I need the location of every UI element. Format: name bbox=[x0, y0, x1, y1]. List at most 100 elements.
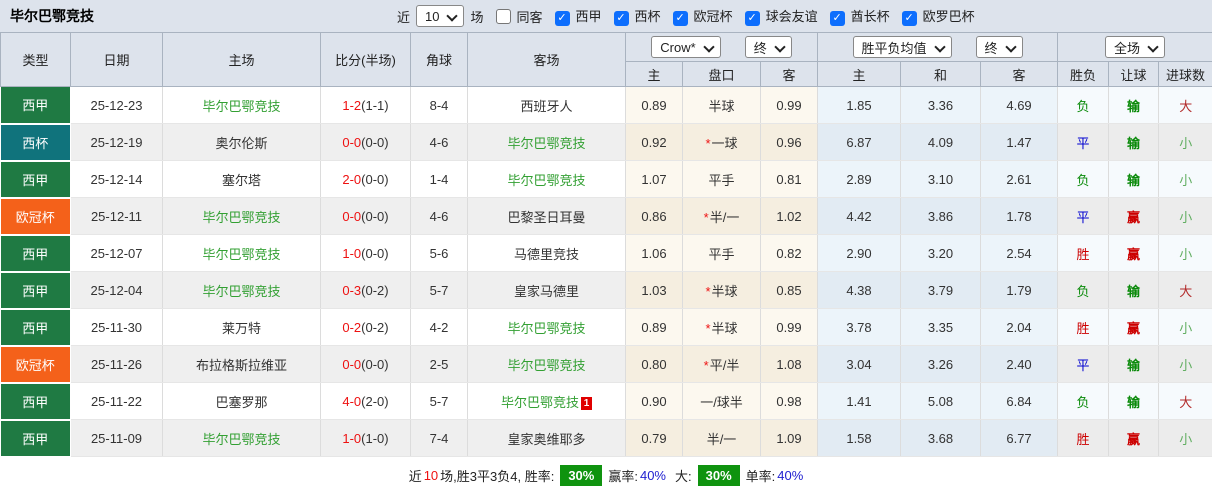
col-header-avg-away: 客 bbox=[981, 62, 1058, 87]
goals-result-cell: 小 bbox=[1159, 161, 1212, 198]
corner-cell: 4-6 bbox=[411, 124, 468, 161]
competition-badge: 西甲 bbox=[1, 235, 71, 272]
handicap-cell: *平/半 bbox=[683, 346, 761, 383]
half-score: (0-2) bbox=[361, 283, 388, 298]
near-label: 近 bbox=[397, 7, 410, 26]
half-score: (0-0) bbox=[361, 172, 388, 187]
avg-draw-cell: 5.08 bbox=[901, 383, 981, 420]
home-team-cell: 毕尔巴鄂竞技 bbox=[163, 272, 321, 309]
away-team-name: 马德里竞技 bbox=[514, 247, 579, 262]
match-row: 西甲25-11-30莱万特0-2(0-2)4-2毕尔巴鄂竞技0.89*半球0.9… bbox=[1, 309, 1212, 346]
match-row: 西甲25-12-14塞尔塔2-0(0-0)1-4毕尔巴鄂竞技1.07平手0.81… bbox=[1, 161, 1212, 198]
half-score: (2-0) bbox=[361, 394, 388, 409]
crow-home-odds-cell: 1.06 bbox=[626, 235, 683, 272]
avg-draw-cell: 3.26 bbox=[901, 346, 981, 383]
league-checkbox-label: 欧罗巴杯 bbox=[923, 9, 975, 24]
goals-result-cell: 小 bbox=[1159, 346, 1212, 383]
chevron-down-icon bbox=[1006, 43, 1015, 52]
corner-cell: 4-6 bbox=[411, 198, 468, 235]
avg-draw-cell: 4.09 bbox=[901, 124, 981, 161]
summary-footer: 近10场,胜3平3负4, 胜率: 30% 赢率:40% 大: 30% 单率:40… bbox=[0, 458, 1212, 494]
col-header-crow-home: 主 bbox=[626, 62, 683, 87]
goals-result-cell: 小 bbox=[1159, 124, 1212, 161]
handicap-text: 半/一 bbox=[710, 210, 740, 225]
scope-select-cell: 全场 bbox=[1058, 33, 1212, 62]
summary-text: 近 bbox=[409, 466, 422, 485]
avg-home-cell: 1.58 bbox=[818, 420, 901, 457]
avg-draw-cell: 3.86 bbox=[901, 198, 981, 235]
col-header-type: 类型 bbox=[1, 33, 71, 87]
col-header-avg-draw: 和 bbox=[901, 62, 981, 87]
date-cell: 25-11-26 bbox=[71, 346, 163, 383]
competition-badge: 西甲 bbox=[1, 161, 71, 198]
league-checkbox[interactable]: ✓ bbox=[673, 11, 688, 26]
same-venue-checkbox[interactable] bbox=[496, 9, 511, 24]
half-score: (1-1) bbox=[361, 98, 388, 113]
chevron-down-icon bbox=[775, 43, 784, 52]
handicap-cell: 半球 bbox=[683, 87, 761, 124]
league-checkbox-label: 球会友谊 bbox=[766, 9, 818, 24]
average-type-select[interactable]: 胜平负均值 bbox=[853, 36, 952, 58]
match-history-table: 类型 日期 主场 比分(半场) 角球 客场 Crow* 终 bbox=[0, 32, 1212, 458]
scope-select[interactable]: 全场 bbox=[1105, 36, 1165, 58]
result-cell: 胜 bbox=[1058, 420, 1109, 457]
score-cell: 1-0(1-0) bbox=[321, 420, 411, 457]
handicap-result-cell: 赢 bbox=[1109, 309, 1159, 346]
match-row: 欧冠杯25-11-26布拉格斯拉维亚0-0(0-0)2-5毕尔巴鄂竞技0.80*… bbox=[1, 346, 1212, 383]
league-checkbox[interactable]: ✓ bbox=[902, 11, 917, 26]
avg-home-cell: 6.87 bbox=[818, 124, 901, 161]
crow-home-odds-cell: 1.03 bbox=[626, 272, 683, 309]
col-header-handicap: 盘口 bbox=[683, 62, 761, 87]
score-cell: 0-0(0-0) bbox=[321, 346, 411, 383]
away-team-cell: 西班牙人 bbox=[468, 87, 626, 124]
league-checkbox[interactable]: ✓ bbox=[614, 11, 629, 26]
summary-text: 大: bbox=[675, 466, 692, 485]
date-cell: 25-12-07 bbox=[71, 235, 163, 272]
away-team-name: 皇家马德里 bbox=[514, 284, 579, 299]
avg-draw-cell: 3.10 bbox=[901, 161, 981, 198]
bookmaker-select[interactable]: Crow* bbox=[651, 36, 720, 58]
full-score: 4-0 bbox=[342, 394, 361, 409]
crow-away-odds-cell: 0.81 bbox=[761, 161, 818, 198]
handicap-star: * bbox=[704, 358, 709, 373]
away-team-cell: 皇家马德里 bbox=[468, 272, 626, 309]
corner-cell: 5-6 bbox=[411, 235, 468, 272]
match-count-select[interactable]: 10 bbox=[416, 5, 464, 27]
result-cell: 负 bbox=[1058, 161, 1109, 198]
handicap-cell: 平手 bbox=[683, 235, 761, 272]
chevron-down-icon bbox=[1148, 43, 1157, 52]
result-cell: 负 bbox=[1058, 87, 1109, 124]
result-cell: 胜 bbox=[1058, 235, 1109, 272]
date-cell: 25-12-04 bbox=[71, 272, 163, 309]
crow-home-odds-cell: 0.80 bbox=[626, 346, 683, 383]
col-header-corner: 角球 bbox=[411, 33, 468, 87]
league-checkbox[interactable]: ✓ bbox=[830, 11, 845, 26]
competition-badge: 欧冠杯 bbox=[1, 198, 71, 235]
competition-badge: 西杯 bbox=[1, 124, 71, 161]
avg-draw-cell: 3.79 bbox=[901, 272, 981, 309]
handicap-cell: *一球 bbox=[683, 124, 761, 161]
crow-home-odds-cell: 0.90 bbox=[626, 383, 683, 420]
league-checkbox-label: 西杯 bbox=[635, 9, 661, 24]
col-header-result: 胜负 bbox=[1058, 62, 1109, 87]
date-cell: 25-11-09 bbox=[71, 420, 163, 457]
league-checkbox-label: 欧冠杯 bbox=[694, 9, 733, 24]
col-header-home: 主场 bbox=[163, 33, 321, 87]
avg-away-cell: 2.54 bbox=[981, 235, 1058, 272]
league-checkbox[interactable]: ✓ bbox=[745, 11, 760, 26]
col-header-handicap-res: 让球 bbox=[1109, 62, 1159, 87]
result-cell: 负 bbox=[1058, 383, 1109, 420]
league-checkbox[interactable]: ✓ bbox=[555, 11, 570, 26]
odds-time-select[interactable]: 终 bbox=[745, 36, 792, 58]
avg-home-cell: 2.90 bbox=[818, 235, 901, 272]
away-team-cell: 毕尔巴鄂竞技1 bbox=[468, 383, 626, 420]
handicap-result-cell: 输 bbox=[1109, 383, 1159, 420]
away-team-cell: 毕尔巴鄂竞技 bbox=[468, 309, 626, 346]
match-history-panel: 毕尔巴鄂竞技 近 10 场 同客 ✓西甲✓西杯✓欧冠杯✓球会友谊✓酋长杯✓欧罗巴… bbox=[0, 0, 1212, 492]
competition-badge: 西甲 bbox=[1, 383, 71, 420]
competition-badge: 西甲 bbox=[1, 309, 71, 346]
average-time-select[interactable]: 终 bbox=[976, 36, 1023, 58]
home-team-cell: 毕尔巴鄂竞技 bbox=[163, 235, 321, 272]
result-cell: 平 bbox=[1058, 346, 1109, 383]
avg-home-cell: 3.78 bbox=[818, 309, 901, 346]
